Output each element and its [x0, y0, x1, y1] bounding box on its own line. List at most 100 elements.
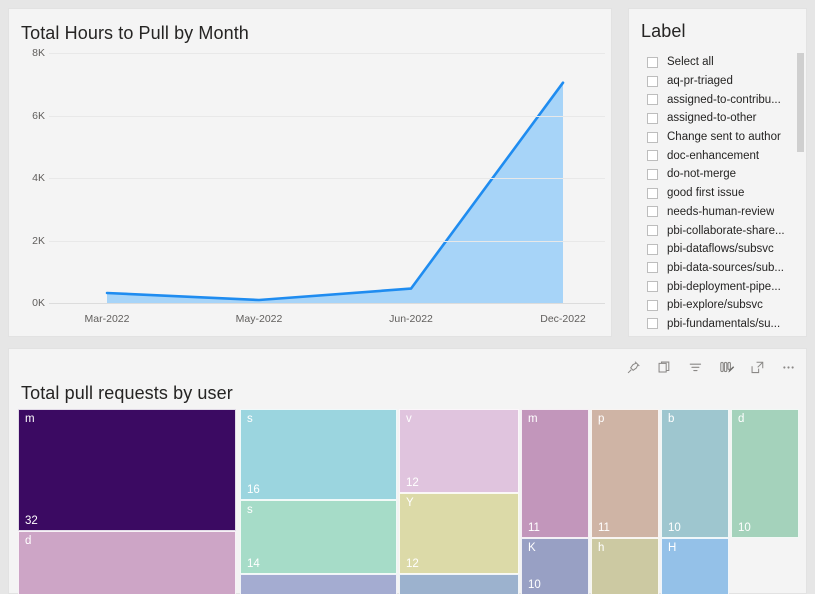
treemap-tile[interactable]: Y 12 — [399, 493, 519, 574]
treemap-tile-category: s — [247, 504, 253, 516]
checkbox-icon[interactable] — [647, 75, 658, 87]
treemap-tile[interactable]: v 12 — [399, 409, 519, 493]
slicer-item[interactable]: pbi-fundamentals/su... — [639, 315, 798, 334]
treemap-tile-category: H — [668, 542, 677, 554]
x-axis-tick: Mar-2022 — [84, 313, 130, 325]
label-slicer-list[interactable]: Select all aq-pr-triaged assigned-to-contr… — [639, 53, 798, 336]
pull-requests-treemap-card[interactable]: Total pull requests by user m 32 d s 16 s 14 v 1… — [8, 348, 807, 594]
checkbox-icon[interactable] — [647, 187, 658, 199]
x-axis-tick: Dec-2022 — [540, 313, 586, 325]
slicer-item[interactable]: needs-human-review — [639, 203, 798, 222]
gridline — [49, 53, 605, 54]
total-hours-chart-card[interactable]: Total Hours to Pull by Month 0K 2K 4K 6K 8K … — [8, 8, 612, 337]
treemap-tile-category: d — [738, 413, 745, 425]
focus-mode-icon[interactable] — [746, 356, 769, 379]
slicer-item-label: pbi-explore/subsvc — [667, 299, 763, 312]
treemap-tile[interactable]: m 32 — [18, 409, 236, 531]
treemap-column: s 16 s 14 — [240, 409, 397, 594]
treemap-tile[interactable]: m 11 — [521, 409, 589, 538]
treemap-tiles[interactable]: m 32 d s 16 s 14 v 12 Y 12 m 11 K 10 p 11 h b 10 Hd 10 — [18, 409, 799, 594]
treemap-tile-value: 12 — [406, 477, 419, 489]
more-options-icon[interactable] — [777, 356, 800, 379]
y-axis-tick: 4K — [32, 172, 45, 184]
gridline — [49, 178, 605, 179]
treemap-tile-category: d — [25, 535, 32, 547]
slicer-item-label: pbi-dataflows/subsvc — [667, 243, 774, 256]
y-axis-tick: 0K — [32, 297, 45, 309]
checkbox-icon[interactable] — [647, 168, 658, 180]
slicer-item-label: needs-human-review — [667, 205, 775, 218]
slicer-item-label: Select all — [667, 56, 714, 69]
checkbox-icon[interactable] — [647, 94, 658, 106]
chart-gridlines — [49, 53, 605, 304]
pin-icon[interactable] — [622, 356, 645, 379]
slicer-item[interactable]: pbi-collaborate-share... — [639, 221, 798, 240]
slicer-item[interactable]: do-not-merge — [639, 165, 798, 184]
slicer-item[interactable]: Change sent to author — [639, 128, 798, 147]
checkbox-icon[interactable] — [647, 56, 658, 68]
slicer-item-label: assigned-to-other — [667, 112, 757, 125]
treemap-tile-category: m — [25, 413, 35, 425]
checkbox-icon[interactable] — [647, 262, 658, 274]
checkbox-icon[interactable] — [647, 281, 658, 293]
treemap-tile-value: 11 — [598, 522, 610, 534]
label-slicer-card[interactable]: Label Select all aq-pr-triaged assigned-to… — [628, 8, 807, 337]
slicer-item[interactable]: Select all — [639, 53, 798, 72]
personalize-visual-icon[interactable] — [715, 356, 738, 379]
treemap-tile-value: 16 — [247, 484, 260, 496]
slicer-item-label: aq-pr-triaged — [667, 75, 733, 88]
chart-plot-area: 0K 2K 4K 6K 8K Mar-2022 May-2022 Jun-2022 Dec-2… — [9, 47, 613, 338]
slicer-item-label: pbi-deployment-pipe... — [667, 280, 781, 293]
checkbox-icon[interactable] — [647, 131, 658, 143]
slicer-item[interactable]: pbi-explore/subsvc — [639, 296, 798, 315]
treemap-tile[interactable]: h — [591, 538, 659, 594]
label-slicer-scrollbar[interactable] — [797, 53, 804, 336]
treemap-tile-value: 12 — [406, 558, 419, 570]
x-axis-tick: Jun-2022 — [389, 313, 433, 325]
treemap-column: m 32 d — [18, 409, 236, 594]
treemap-tile-category: h — [598, 542, 605, 554]
treemap-tile[interactable]: p 11 — [591, 409, 659, 538]
treemap-tile[interactable] — [399, 574, 519, 594]
slicer-item[interactable]: good first issue — [639, 184, 798, 203]
treemap-tile[interactable]: H — [661, 538, 729, 594]
powerbi-report-page: Total Hours to Pull by Month 0K 2K 4K 6K 8K … — [0, 0, 815, 594]
treemap-title: Total pull requests by user — [21, 383, 233, 403]
treemap-tile[interactable]: d — [18, 531, 236, 594]
slicer-item[interactable]: doc-enhancement — [639, 146, 798, 165]
slicer-item-label: doc-enhancement — [667, 149, 760, 162]
copy-icon[interactable] — [653, 356, 676, 379]
slicer-item[interactable]: pbi-dataflows/subsvc — [639, 240, 798, 259]
slicer-item[interactable]: aq-pr-triaged — [639, 72, 798, 91]
checkbox-icon[interactable] — [647, 225, 658, 237]
slicer-item-label: pbi-fundamentals/su... — [667, 317, 781, 330]
checkbox-icon[interactable] — [647, 112, 658, 124]
x-axis-tick: May-2022 — [235, 313, 283, 325]
visual-header-toolbar[interactable] — [622, 355, 800, 379]
checkbox-icon[interactable] — [647, 299, 658, 311]
checkbox-icon[interactable] — [647, 243, 658, 255]
filter-icon[interactable] — [684, 356, 707, 379]
checkbox-icon[interactable] — [647, 318, 658, 330]
slicer-item-label: good first issue — [667, 187, 745, 200]
checkbox-icon[interactable] — [647, 206, 658, 218]
y-axis: 0K 2K 4K 6K 8K — [9, 47, 49, 309]
slicer-item[interactable]: pbi-data-sources/sub... — [639, 259, 798, 278]
scrollbar-thumb[interactable] — [797, 53, 804, 152]
treemap-tile[interactable] — [240, 574, 397, 594]
treemap-tile[interactable]: s 14 — [240, 500, 397, 574]
slicer-item-label: pbi-data-sources/sub... — [667, 261, 784, 274]
slicer-item[interactable]: assigned-to-other — [639, 109, 798, 128]
treemap-tile[interactable]: d 10 — [731, 409, 799, 538]
slicer-item-label: pbi-collaborate-share... — [667, 224, 785, 237]
treemap-tile[interactable]: K 10 — [521, 538, 589, 594]
treemap-column: b 10 H — [661, 409, 729, 594]
treemap-tile[interactable]: s 16 — [240, 409, 397, 500]
treemap-tile-value: 10 — [528, 579, 541, 591]
slicer-item[interactable]: pbi-deployment-pipe... — [639, 277, 798, 296]
slicer-item[interactable]: assigned-to-contribu... — [639, 90, 798, 109]
checkbox-icon[interactable] — [647, 150, 658, 162]
treemap-tile[interactable]: b 10 — [661, 409, 729, 538]
treemap-tile-category: p — [598, 413, 605, 425]
treemap-column: d 10 — [731, 409, 799, 594]
